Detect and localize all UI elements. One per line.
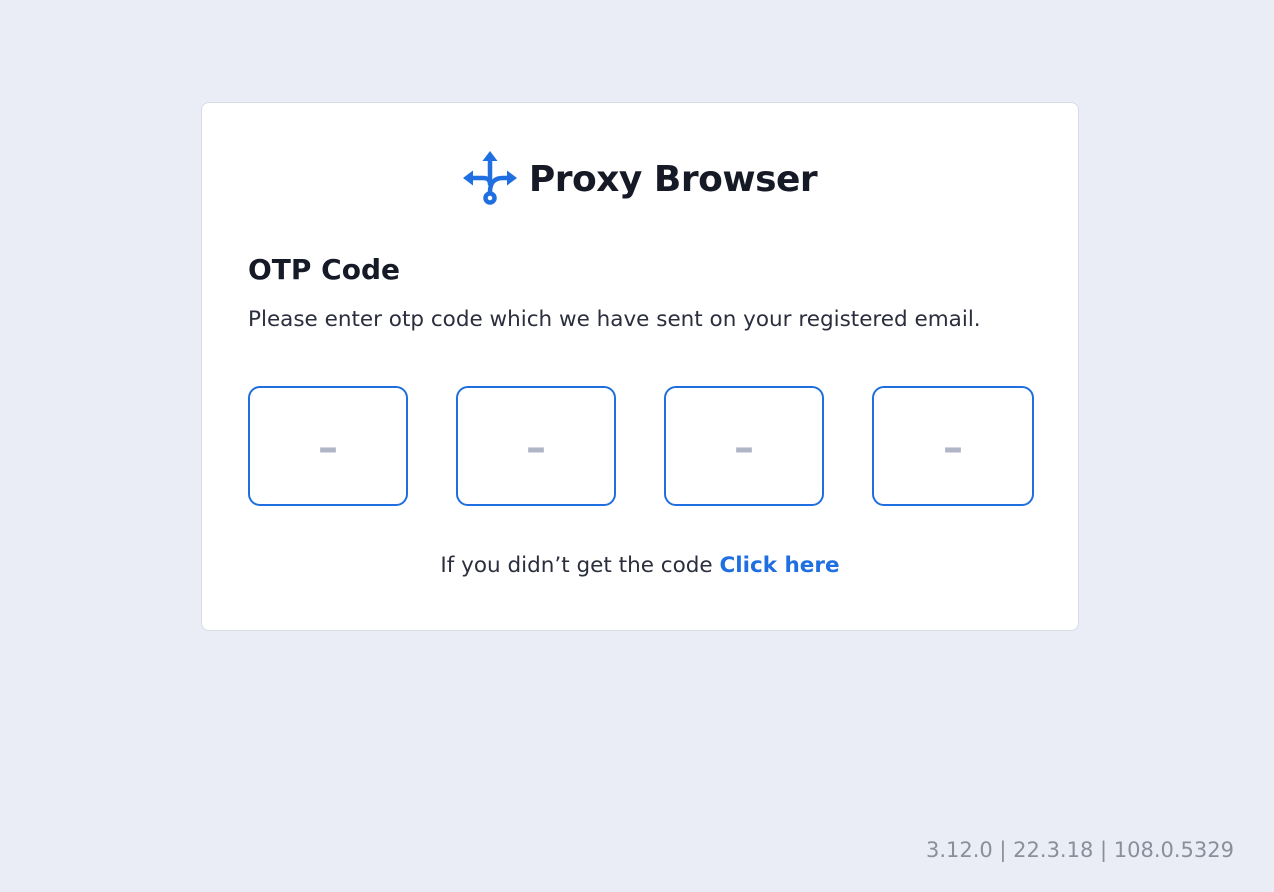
otp-digit-4-input[interactable]: – [872, 386, 1034, 506]
version-info: 3.12.0 | 22.3.18 | 108.0.5329 [925, 838, 1234, 862]
otp-instructions: Please enter otp code which we have sent… [248, 307, 981, 332]
otp-card: Proxy Browser OTP Code Please enter otp … [201, 102, 1079, 631]
brand-header: Proxy Browser [202, 151, 1078, 207]
otp-digit-1-input[interactable]: – [248, 386, 408, 506]
otp-input-group: – – – – [248, 386, 1034, 506]
proxy-routes-icon [462, 151, 517, 205]
otp-digit-2-input[interactable]: – [456, 386, 616, 506]
otp-digit-3-input[interactable]: – [664, 386, 824, 506]
resend-code-link[interactable]: Click here [719, 553, 839, 578]
resend-prompt: If you didn’t get the code [440, 553, 713, 578]
brand-name: Proxy Browser [528, 158, 818, 200]
page-title: OTP Code [248, 253, 400, 286]
resend-row: If you didn’t get the code Click here [202, 553, 1078, 578]
